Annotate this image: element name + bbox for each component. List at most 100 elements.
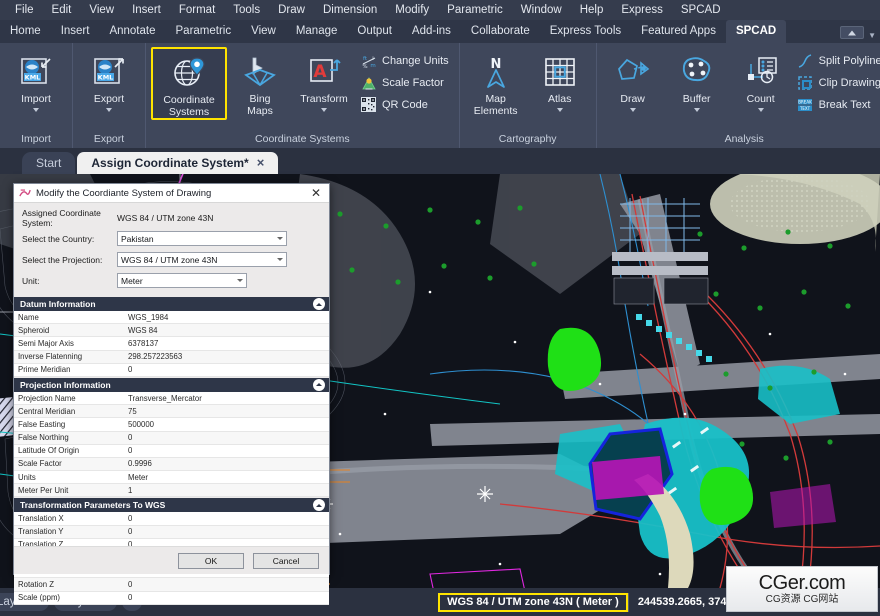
ok-button[interactable]: OK (178, 552, 244, 569)
close-icon[interactable]: × (257, 152, 265, 174)
menu-item-express[interactable]: Express (612, 0, 672, 20)
projection-select-value: WGS 84 / UTM zone 43N (121, 254, 218, 265)
cs-label-line1: Coordinate (163, 94, 215, 106)
tab-manage[interactable]: Manage (286, 20, 348, 43)
tab-view[interactable]: View (241, 20, 286, 43)
projection-information-header[interactable]: Projection Information (14, 377, 329, 392)
projection-select[interactable]: WGS 84 / UTM zone 43N (117, 252, 287, 267)
cancel-button[interactable]: Cancel (253, 552, 319, 569)
draw-button[interactable]: Draw (602, 47, 664, 113)
menu-item-spcad[interactable]: SPCAD (672, 0, 730, 20)
tab-add-ins[interactable]: Add-ins (402, 20, 461, 43)
tab-collaborate[interactable]: Collaborate (461, 20, 540, 43)
projection-information-title: Projection Information (20, 379, 111, 390)
menu-item-edit[interactable]: Edit (43, 0, 81, 20)
transform-button[interactable]: A Transform (293, 47, 355, 113)
doc-tab-assign-coordinate-system[interactable]: Assign Coordinate System* × (77, 152, 279, 174)
split-polyline-button[interactable]: Split Polyline (794, 50, 880, 71)
collapse-icon[interactable] (313, 499, 325, 512)
tab-express-tools[interactable]: Express Tools (540, 20, 631, 43)
chevron-down-icon[interactable] (757, 107, 764, 112)
buffer-button[interactable]: Buffer (666, 47, 728, 113)
row-value: Meter (128, 472, 148, 482)
break-text-button[interactable]: BREAK TEXT Break Text (794, 94, 880, 115)
map-elements-button[interactable]: N Map Elements (465, 47, 527, 118)
qr-code-button[interactable]: QR Code (357, 94, 454, 115)
clip-drawing-icon (797, 74, 814, 91)
chevron-down-icon[interactable] (33, 107, 39, 112)
menu-item-view[interactable]: View (80, 0, 123, 20)
chevron-down-icon[interactable] (106, 107, 112, 112)
chevron-down-icon[interactable]: ▼ (868, 31, 876, 40)
svg-text:A: A (313, 62, 327, 82)
ribbon-display-options-icon[interactable] (840, 26, 865, 39)
assigned-coordinate-system-label: Assigned Coordinate System: (22, 207, 101, 228)
transform-icon: A (306, 51, 342, 93)
unit-select[interactable]: Meter (117, 273, 247, 288)
svg-text:TEXT: TEXT (799, 105, 811, 110)
tab-home[interactable]: Home (0, 20, 51, 43)
tab-spcad[interactable]: SPCAD (725, 20, 787, 43)
chevron-down-icon[interactable] (693, 107, 700, 112)
datum-information-header[interactable]: Datum Information (14, 297, 329, 311)
menu-item-dimension[interactable]: Dimension (314, 0, 386, 20)
collapse-icon[interactable] (313, 298, 325, 310)
menu-bar: File Edit View Insert Format Tools Draw … (0, 0, 880, 20)
menu-item-file[interactable]: File (6, 0, 43, 20)
row-key: False Easting (18, 419, 66, 429)
tab-output[interactable]: Output (347, 20, 402, 43)
assigned-coordinate-system-row: Assigned Coordinate System: WGS 84 / UTM… (22, 207, 321, 228)
status-coordinate-system[interactable]: WGS 84 / UTM zone 43N ( Meter ) (438, 592, 628, 612)
chevron-down-icon[interactable] (321, 107, 327, 112)
menu-item-insert[interactable]: Insert (123, 0, 170, 20)
clip-drawing-button[interactable]: Clip Drawing (794, 72, 880, 93)
unit-select-value: Meter (121, 275, 143, 286)
tab-insert[interactable]: Insert (51, 20, 100, 43)
unit-label: Unit: (22, 275, 40, 286)
atlas-button[interactable]: Atlas (529, 47, 591, 113)
row-key: Latitude Of Origin (18, 446, 80, 456)
change-units-button[interactable]: ft i % m Change Units (357, 50, 454, 71)
row-key: Translation X (18, 514, 64, 524)
ribbon-panel-coordinate-systems: Coordinate Systems Bing Maps A Transform… (146, 43, 460, 148)
count-button[interactable]: Count (730, 47, 792, 113)
map-elements-button-label: Map Elements (474, 93, 518, 117)
dialog-form-section: Assigned Coordinate System: WGS 84 / UTM… (14, 203, 329, 296)
menu-item-parametric[interactable]: Parametric (438, 0, 512, 20)
export-button[interactable]: KML Export (78, 47, 140, 113)
chevron-down-icon[interactable] (629, 107, 636, 112)
import-button[interactable]: KML Import (5, 47, 67, 113)
split-polyline-label: Split Polyline (818, 54, 880, 67)
menu-item-format[interactable]: Format (170, 0, 224, 20)
import-button-label: Import (21, 93, 51, 105)
menu-item-window[interactable]: Window (512, 0, 571, 20)
svg-text:%: % (362, 64, 367, 69)
row-key: Translation Y (18, 527, 64, 537)
scale-factor-button[interactable]: Scale Factor (357, 72, 454, 93)
menu-item-tools[interactable]: Tools (224, 0, 269, 20)
close-icon[interactable]: ✕ (308, 186, 324, 200)
menu-item-draw[interactable]: Draw (269, 0, 314, 20)
tab-parametric[interactable]: Parametric (166, 20, 242, 43)
projection-label: Select the Projection: (22, 254, 103, 265)
tab-annotate[interactable]: Annotate (99, 20, 165, 43)
menu-item-help[interactable]: Help (571, 0, 613, 20)
row-key: Scale Factor (18, 459, 62, 469)
country-select[interactable]: Pakistan (117, 231, 287, 246)
assigned-coordinate-system-value: WGS 84 / UTM zone 43N (117, 212, 214, 223)
doc-tab-start[interactable]: Start (22, 152, 76, 174)
panel-label-analysis: Analysis (724, 133, 764, 145)
kml-export-icon: KML (91, 51, 127, 93)
tab-featured-apps[interactable]: Featured Apps (631, 20, 726, 43)
row-key: Meter Per Unit (18, 485, 69, 495)
qr-code-icon (360, 96, 377, 113)
transformation-parameters-header[interactable]: Transformation Parameters To WGS (14, 498, 329, 513)
menu-item-modify[interactable]: Modify (386, 0, 438, 20)
bing-label-line2: Maps (247, 104, 273, 117)
chevron-down-icon[interactable] (556, 107, 563, 112)
bing-maps-button[interactable]: Bing Maps (229, 47, 291, 118)
collapse-icon[interactable] (313, 378, 325, 391)
table-row: Inverse Flatenning 298.257223563 (14, 350, 329, 364)
ribbon-tab-bar: Home Insert Annotate Parametric View Man… (0, 20, 880, 43)
coordinate-systems-button[interactable]: Coordinate Systems (151, 47, 227, 120)
